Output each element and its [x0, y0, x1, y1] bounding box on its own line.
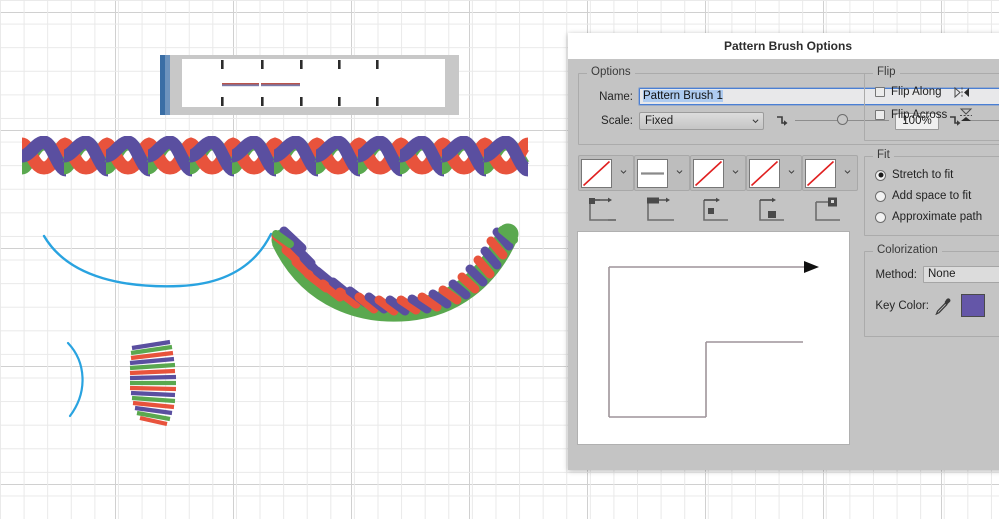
tile-outer-corner-swatch[interactable] — [637, 158, 668, 188]
colorization-method-label: Method: — [875, 268, 917, 281]
chevron-down-icon — [752, 119, 759, 124]
scale-slider-1-knob[interactable] — [837, 114, 848, 125]
tile-end-button[interactable] — [802, 155, 858, 191]
key-color-swatch[interactable] — [961, 294, 985, 317]
dialog-body: Options Name: Pattern Brush 1 Scale: Fix… — [568, 59, 999, 470]
flip-across-label: Flip Across — [891, 109, 948, 121]
no-tile-icon — [806, 160, 835, 186]
line-tile-icon — [641, 171, 664, 175]
fit-option-stretch-row[interactable]: Stretch to fit — [875, 169, 953, 181]
flip-along-icon — [954, 86, 969, 98]
colorization-method-value: None — [928, 268, 956, 280]
scale-label: Scale: — [601, 115, 633, 127]
brush-name-value: Pattern Brush 1 — [643, 90, 723, 102]
fit-option-addspace-row[interactable]: Add space to fit — [875, 190, 971, 202]
flip-across-row[interactable]: Flip Across — [875, 108, 973, 122]
artwork-ruler-object[interactable] — [160, 55, 460, 120]
tile-end-swatch[interactable] — [805, 158, 836, 188]
artwork-path-curve-small[interactable] — [62, 340, 96, 420]
scale-select-value: Fixed — [645, 115, 674, 127]
dialog-title: Pattern Brush Options — [723, 39, 852, 53]
key-color-label: Key Color: — [875, 299, 929, 312]
flip-group: Flip Flip Along Flip Across — [864, 66, 999, 141]
scale-min-arrow-icon — [777, 115, 788, 126]
tile-start-button[interactable] — [746, 155, 802, 191]
no-tile-icon — [750, 160, 779, 186]
side-tile-icon — [589, 197, 616, 221]
artwork-path-curve-large[interactable] — [40, 228, 275, 293]
start-tile-icon — [759, 197, 784, 221]
fit-option-approximate-row[interactable]: Approximate path — [875, 211, 982, 223]
brush-preview — [577, 231, 850, 445]
fit-option-approximate-radio[interactable] — [875, 211, 886, 223]
name-label: Name: — [599, 90, 633, 103]
no-tile-icon — [694, 160, 723, 186]
colorization-method-select[interactable]: None — [923, 266, 999, 283]
scale-select[interactable]: Fixed — [639, 112, 764, 130]
artwork-braid-small-arc[interactable] — [126, 336, 182, 426]
inner-corner-tile-icon — [703, 197, 728, 221]
colorization-group: Colorization Method: None Key Color: — [864, 244, 999, 337]
fit-option-addspace-label: Add space to fit — [892, 190, 972, 202]
end-tile-icon — [815, 197, 840, 221]
flip-along-checkbox[interactable] — [875, 87, 885, 97]
tile-inner-corner-chevron-icon[interactable] — [732, 169, 739, 175]
fit-option-stretch-label: Stretch to fit — [892, 169, 954, 181]
artwork-braid-straight[interactable] — [22, 136, 542, 182]
fit-option-approximate-label: Approximate path — [892, 211, 983, 223]
tile-start-swatch[interactable] — [749, 158, 780, 188]
pattern-brush-options-dialog[interactable]: Pattern Brush Options Options Name: Patt… — [568, 33, 999, 470]
fit-option-addspace-radio[interactable] — [875, 190, 886, 202]
dialog-titlebar: Pattern Brush Options — [568, 33, 999, 59]
tile-end-chevron-icon[interactable] — [844, 169, 851, 175]
fit-group-label: Fit — [873, 149, 894, 161]
colorization-method-row: Method: None — [873, 266, 999, 283]
tile-outer-corner-button[interactable] — [634, 155, 690, 191]
tile-inner-corner-button[interactable] — [690, 155, 746, 191]
tile-side-chevron-icon[interactable] — [620, 169, 627, 175]
flip-along-row[interactable]: Flip Along — [875, 86, 970, 98]
tile-inner-corner-swatch[interactable] — [693, 158, 724, 188]
artwork-braid-on-curve[interactable] — [270, 222, 520, 330]
colorization-group-label: Colorization — [873, 244, 942, 256]
tile-outer-corner-chevron-icon[interactable] — [676, 169, 683, 175]
tile-side-swatch[interactable] — [581, 158, 612, 188]
tile-start-chevron-icon[interactable] — [788, 169, 795, 175]
preview-path — [608, 261, 819, 418]
fit-option-stretch-radio[interactable] — [875, 169, 886, 181]
outer-corner-tile-icon — [647, 197, 674, 221]
tile-side-button[interactable] — [578, 155, 634, 191]
no-tile-icon — [582, 160, 611, 186]
options-group-label: Options — [587, 66, 635, 78]
flip-across-checkbox[interactable] — [875, 110, 885, 120]
flip-along-label: Flip Along — [891, 86, 942, 98]
eyedropper-icon[interactable] — [935, 297, 951, 315]
flip-group-label: Flip — [873, 66, 900, 78]
key-color-row: Key Color: — [873, 294, 985, 317]
fit-group: Fit Stretch to fit Add space to fit Appr… — [864, 149, 999, 236]
flip-across-icon — [960, 108, 973, 121]
